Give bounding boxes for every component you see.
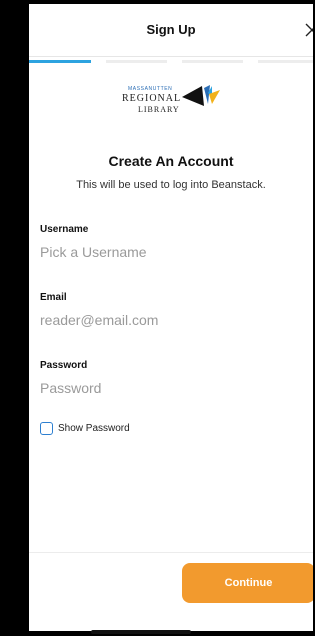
password-label: Password xyxy=(40,360,88,371)
progress-step-3 xyxy=(182,60,243,63)
device-frame-right xyxy=(313,0,315,636)
progress-bar xyxy=(29,58,313,64)
page-title: Sign Up xyxy=(146,22,196,37)
progress-step-1 xyxy=(29,60,91,63)
progress-step-2 xyxy=(106,60,167,63)
email-label: Email xyxy=(40,292,67,303)
device-frame-left xyxy=(0,0,29,636)
header: Sign Up xyxy=(29,4,313,57)
password-input[interactable] xyxy=(40,380,290,396)
username-input[interactable] xyxy=(40,244,290,260)
username-label: Username xyxy=(40,224,89,235)
signup-screen: Sign Up MASSANUTTEN REGIONAL LIBRARY Cre… xyxy=(29,4,313,631)
form-subtitle: This will be used to log into Beanstack. xyxy=(76,179,266,191)
email-input[interactable] xyxy=(40,312,290,328)
footer-divider xyxy=(29,552,313,553)
form-title: Create An Account xyxy=(108,153,234,169)
close-icon[interactable] xyxy=(303,21,313,39)
book-icon xyxy=(182,85,220,106)
show-password-label[interactable]: Show Password xyxy=(58,423,130,434)
progress-step-4 xyxy=(258,60,313,63)
library-logo: MASSANUTTEN REGIONAL LIBRARY xyxy=(115,84,230,118)
home-indicator xyxy=(91,630,191,634)
show-password-checkbox[interactable] xyxy=(40,422,53,435)
continue-button[interactable]: Continue xyxy=(182,563,313,603)
